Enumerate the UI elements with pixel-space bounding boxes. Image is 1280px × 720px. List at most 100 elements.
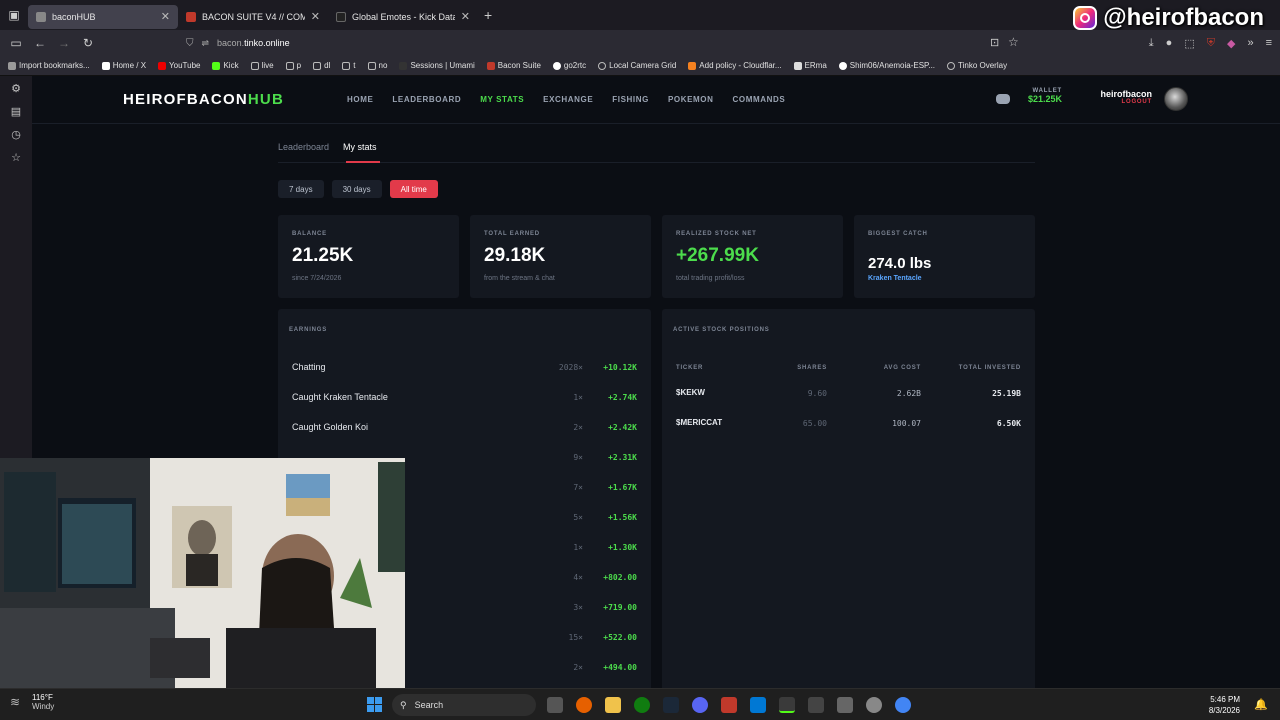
terminal-icon[interactable] bbox=[779, 697, 795, 713]
shield-icon[interactable]: ⛉ bbox=[186, 38, 194, 49]
ublock-icon[interactable]: ⛨ bbox=[1207, 37, 1215, 50]
tab-bacon-suite[interactable]: BACON SUITE V4 // COMMAND ✕ bbox=[178, 5, 328, 29]
discord-icon[interactable] bbox=[996, 94, 1010, 104]
bookmarks-icon[interactable]: ☆ bbox=[11, 151, 21, 164]
system-clock[interactable]: 5:46 PM 8/3/2026 bbox=[1209, 694, 1240, 716]
browser-nav-bar: ▭ ← → ↻ ⛉ ⇌ bacon.tinko.online ⊡ ☆ ⤓ ● ⬚… bbox=[0, 30, 1280, 56]
app-window-icon[interactable] bbox=[837, 697, 853, 713]
bookmark-folder[interactable]: live bbox=[250, 61, 274, 70]
site-logo[interactable]: HEIROFBACONHUB bbox=[123, 91, 284, 108]
bookmark-folder[interactable]: t bbox=[342, 61, 356, 70]
tab-leaderboard[interactable]: Leaderboard bbox=[278, 142, 329, 152]
synced-tabs-icon[interactable]: ▤ bbox=[11, 105, 21, 118]
bookmark-item[interactable]: Tinko Overlay bbox=[947, 61, 1007, 70]
nav-commands[interactable]: COMMANDS bbox=[733, 95, 786, 104]
bookmark-folder[interactable]: no bbox=[367, 61, 387, 70]
extensions-icon[interactable]: ⬚ bbox=[1184, 37, 1194, 50]
reader-mode-icon[interactable]: ⊡ bbox=[990, 36, 999, 49]
bookmark-item[interactable]: YouTube bbox=[158, 61, 200, 70]
earning-amount: +2.31K bbox=[608, 453, 637, 462]
earning-row: Caught Kraken Tentacle 1× +2.74K bbox=[278, 383, 651, 413]
menu-icon[interactable]: ≡ bbox=[1266, 37, 1272, 49]
nav-pokemon[interactable]: POKEMON bbox=[668, 95, 714, 104]
extension-icon[interactable]: ◆ bbox=[1227, 37, 1235, 50]
earning-amount: +10.12K bbox=[603, 363, 637, 372]
obs-icon[interactable] bbox=[866, 697, 882, 713]
nav-home[interactable]: HOME bbox=[347, 95, 373, 104]
close-icon[interactable]: ✕ bbox=[461, 10, 470, 23]
table-row[interactable]: $KEKW 9.60 2.62B 25.19B bbox=[662, 379, 1035, 409]
chrome-icon[interactable] bbox=[895, 697, 911, 713]
earning-count: 1× bbox=[573, 393, 583, 402]
close-icon[interactable]: ✕ bbox=[311, 10, 320, 23]
task-view-icon[interactable] bbox=[547, 697, 563, 713]
range-7-days-button[interactable]: 7 days bbox=[278, 180, 324, 198]
umami-icon bbox=[399, 61, 408, 70]
nav-my-stats[interactable]: MY STATS bbox=[480, 95, 524, 104]
nav-exchange[interactable]: EXCHANGE bbox=[543, 95, 593, 104]
history-icon[interactable]: ◷ bbox=[11, 128, 21, 141]
bookmark-item[interactable]: Shim06/Anemoia-ESP... bbox=[838, 61, 935, 70]
discord-app-icon[interactable] bbox=[692, 697, 708, 713]
card-label: REALIZED STOCK NET bbox=[676, 231, 757, 237]
reload-icon[interactable]: ↻ bbox=[76, 30, 100, 56]
bookmark-item[interactable]: Sessions | Umami bbox=[399, 61, 475, 70]
start-button[interactable] bbox=[367, 697, 382, 712]
col-header-ticker: TICKER bbox=[676, 365, 704, 371]
nav-fishing[interactable]: FISHING bbox=[612, 95, 649, 104]
bookmark-item[interactable]: ERma bbox=[793, 61, 827, 70]
bookmark-item[interactable]: go2rtc bbox=[552, 61, 586, 70]
globe-icon bbox=[598, 61, 607, 70]
console-icon[interactable] bbox=[808, 697, 824, 713]
taskbar-search[interactable]: ⚲ Search bbox=[392, 694, 536, 716]
logout-link[interactable]: LOGOUT bbox=[1072, 99, 1152, 105]
bookmark-item[interactable]: Home / X bbox=[101, 61, 146, 70]
vscode-icon[interactable] bbox=[750, 697, 766, 713]
tab-baconhub[interactable]: baconHUB ✕ bbox=[28, 4, 178, 29]
browser-tab-bar: ▣ baconHUB ✕ BACON SUITE V4 // COMMAND ✕… bbox=[0, 0, 1280, 31]
earning-count: 2028× bbox=[558, 363, 583, 372]
weather-condition: Windy bbox=[32, 702, 55, 711]
notification-bell-icon[interactable]: 🔔 bbox=[1254, 698, 1268, 711]
table-row[interactable]: $MERICCAT 65.00 100.07 6.50K bbox=[662, 409, 1035, 439]
nav-leaderboard[interactable]: LEADERBOARD bbox=[392, 95, 461, 104]
new-tab-button[interactable]: + bbox=[484, 7, 492, 23]
logo-main: HEIROFBACON bbox=[123, 91, 248, 108]
bookmark-star-icon[interactable]: ☆ bbox=[1008, 35, 1019, 49]
address-bar[interactable]: ⛉ ⇌ bacon.tinko.online bbox=[180, 33, 1030, 53]
card-value: +267.99K bbox=[676, 245, 759, 266]
file-explorer-icon[interactable] bbox=[605, 697, 621, 713]
downloads-icon[interactable]: ⤓ bbox=[1149, 37, 1154, 50]
overflow-chevron-icon[interactable]: » bbox=[1247, 37, 1253, 49]
firefox-icon[interactable] bbox=[576, 697, 592, 713]
tab-my-stats[interactable]: My stats bbox=[343, 142, 377, 152]
bookmark-item[interactable]: Add policy - Cloudflar... bbox=[688, 61, 782, 70]
account-icon[interactable]: ● bbox=[1166, 37, 1173, 49]
bookmark-item[interactable]: Local Camera Grid bbox=[598, 61, 676, 70]
bookmark-label: Import bookmarks... bbox=[19, 61, 90, 70]
steam-icon[interactable] bbox=[663, 697, 679, 713]
ai-chatbot-icon[interactable]: ⚙ bbox=[11, 82, 21, 95]
avatar[interactable] bbox=[1164, 87, 1188, 111]
forward-arrow-icon[interactable]: → bbox=[52, 30, 76, 56]
range-all-time-button[interactable]: All time bbox=[389, 180, 438, 198]
back-arrow-icon[interactable]: ← bbox=[28, 30, 52, 56]
tab-overview-icon[interactable]: ▣ bbox=[0, 0, 28, 30]
bookmark-item[interactable]: Bacon Suite bbox=[486, 61, 541, 70]
tab-global-emotes[interactable]: Global Emotes - Kick Database ✕ bbox=[328, 5, 478, 29]
card-subtext: total trading profit/loss bbox=[676, 275, 745, 282]
range-30-days-button[interactable]: 30 days bbox=[331, 180, 382, 198]
page-info-icon[interactable]: ⇌ bbox=[202, 38, 210, 49]
import-icon bbox=[8, 61, 16, 70]
bookmark-folder[interactable]: p bbox=[285, 61, 301, 70]
bookmark-folder[interactable]: dl bbox=[313, 61, 330, 70]
sidebar-toggle-icon[interactable]: ▭ bbox=[4, 30, 28, 56]
close-icon[interactable]: ✕ bbox=[161, 10, 170, 23]
app-icon[interactable] bbox=[721, 697, 737, 713]
catch-name-link[interactable]: Kraken Tentacle bbox=[868, 275, 922, 282]
weather-widget[interactable]: ≋ 116°F Windy bbox=[10, 693, 54, 711]
earning-amount: +522.00 bbox=[603, 633, 637, 642]
bookmark-item[interactable]: Import bookmarks... bbox=[8, 61, 90, 70]
bookmark-item[interactable]: Kick bbox=[212, 61, 239, 70]
xbox-icon[interactable] bbox=[634, 697, 650, 713]
